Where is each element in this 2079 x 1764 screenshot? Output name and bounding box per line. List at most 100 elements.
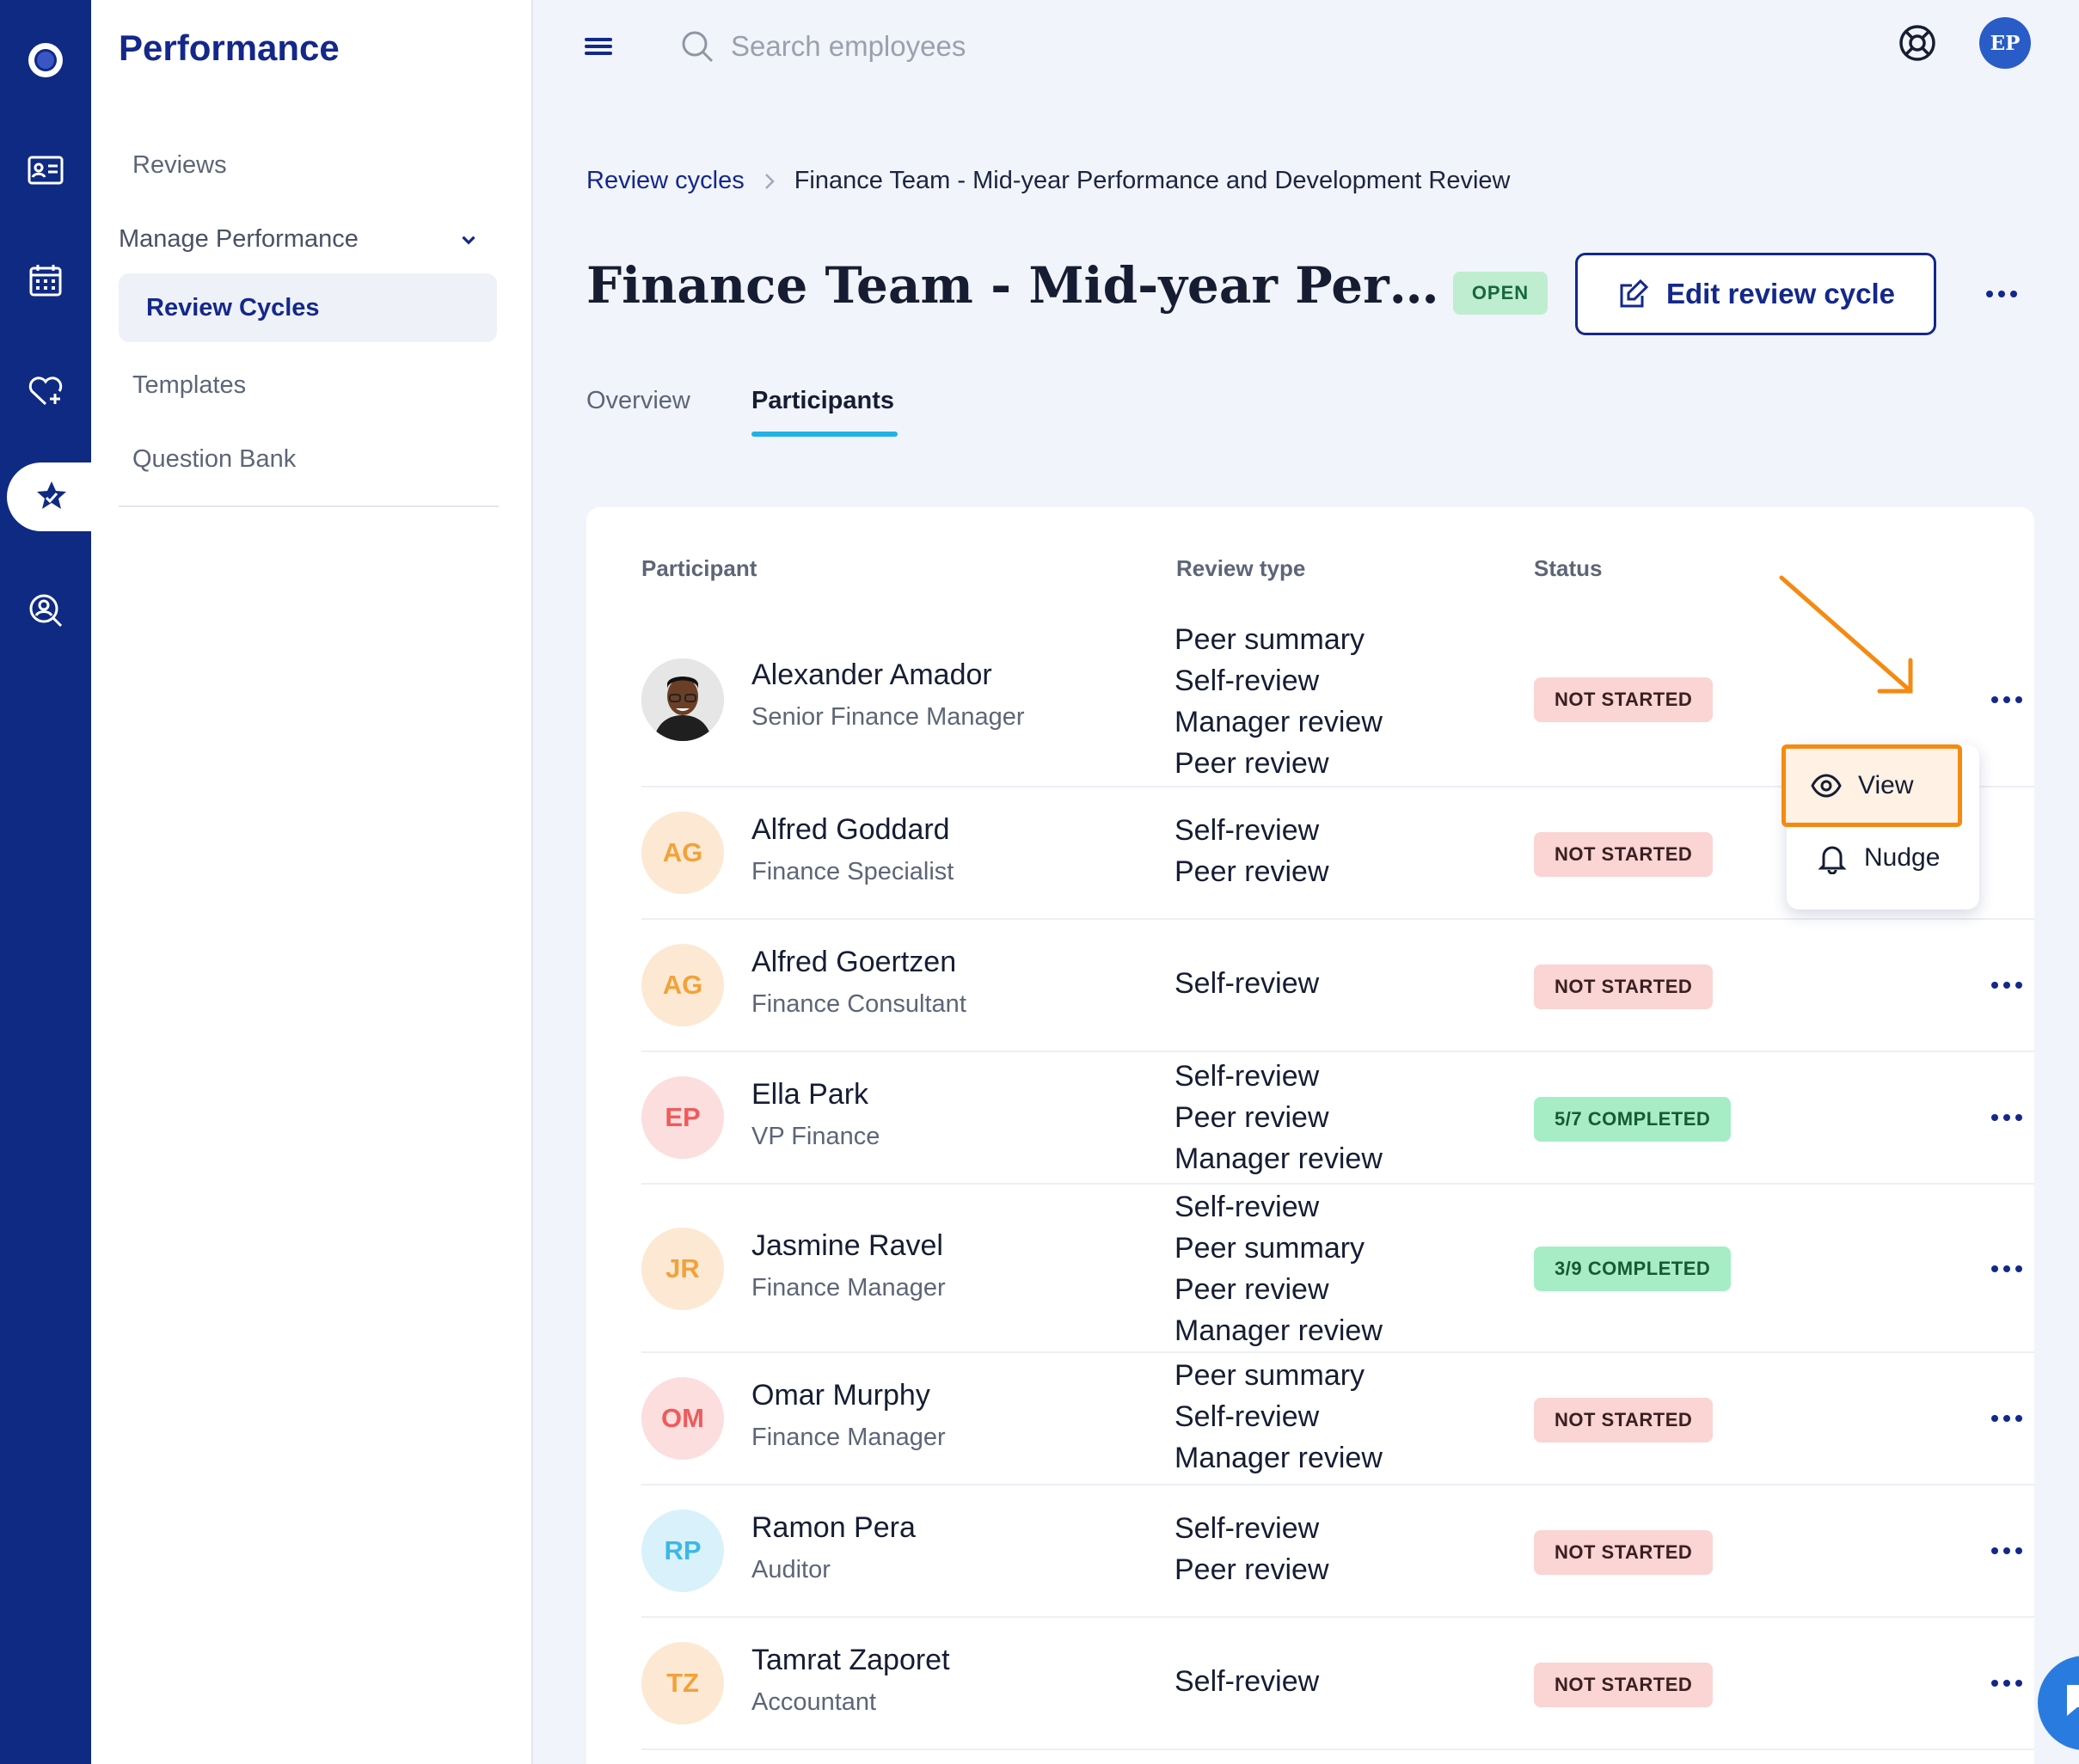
bell-icon: [1818, 846, 1847, 874]
menu-item-nudge[interactable]: Nudge: [1787, 822, 1979, 894]
chat-icon: [2067, 1685, 2079, 1716]
sidebar-item-templates[interactable]: Templates: [132, 371, 246, 400]
row-actions-button[interactable]: [1981, 683, 2033, 717]
review-types: Self-review Peer summary Peer review Man…: [1174, 1186, 1383, 1351]
participant-name[interactable]: Jasmine Ravel: [751, 1229, 943, 1263]
review-type: Peer review: [1174, 1101, 1329, 1134]
menu-item-view[interactable]: View: [1782, 744, 1962, 827]
column-header-participant: Participant: [641, 555, 757, 581]
review-types: Self-review Peer review: [1174, 1508, 1329, 1590]
eye-icon: [1811, 774, 1842, 798]
participant-name[interactable]: Ramon Pera: [751, 1511, 916, 1545]
sidebar-item-review-cycles[interactable]: Review Cycles: [119, 273, 497, 342]
table-row[interactable]: TZ Tamrat Zaporet Accountant Self-review…: [641, 1618, 2034, 1750]
status-badge: NOT STARTED: [1534, 1530, 1714, 1575]
more-icon: [1991, 1547, 2022, 1554]
tab-overview[interactable]: Overview: [586, 387, 690, 415]
chevron-right-icon: [760, 172, 779, 191]
user-avatar[interactable]: EP: [1979, 17, 2031, 69]
review-type: Manager review: [1174, 706, 1383, 738]
menu-item-label: Nudge: [1864, 843, 1941, 872]
search-bar: [679, 21, 1281, 72]
participant-name[interactable]: Ella Park: [751, 1078, 868, 1112]
participant-name[interactable]: Tamrat Zaporet: [751, 1644, 950, 1677]
cycle-status-badge: OPEN: [1453, 272, 1548, 315]
status-badge: NOT STARTED: [1534, 1398, 1714, 1442]
directory-icon[interactable]: [0, 136, 91, 205]
participant-name[interactable]: Omar Murphy: [751, 1379, 930, 1412]
review-type: Self-review: [1174, 1060, 1320, 1093]
chevron-down-icon: [462, 236, 475, 245]
icon-rail: [0, 0, 96, 1764]
status-badge: NOT STARTED: [1534, 832, 1714, 877]
participant-avatar: TZ: [641, 1642, 724, 1724]
participant-avatar: OM: [641, 1377, 724, 1460]
participant-name[interactable]: Alexander Amador: [751, 658, 992, 692]
calendar-icon[interactable]: [0, 246, 91, 315]
review-type: Self-review: [1174, 665, 1320, 697]
more-icon: [1991, 1415, 2022, 1422]
participant-name[interactable]: Alfred Goddard: [751, 813, 950, 847]
table-row[interactable]: EP Ella Park VP Finance Self-review Peer…: [641, 1052, 2034, 1185]
row-actions-button[interactable]: [1981, 1666, 2033, 1700]
table-row[interactable]: OM Omar Murphy Finance Manager Peer summ…: [641, 1353, 2034, 1485]
review-types: Self-review Peer review: [1174, 810, 1329, 892]
review-type: Manager review: [1174, 1142, 1383, 1175]
status-badge: 3/9 COMPLETED: [1534, 1246, 1732, 1291]
more-icon: [1991, 696, 2022, 703]
sidebar-item-reviews[interactable]: Reviews: [132, 151, 227, 180]
logo-icon[interactable]: [0, 26, 91, 95]
more-icon: [1991, 1265, 2022, 1272]
review-type: Peer summary: [1174, 1232, 1365, 1265]
column-header-status: Status: [1534, 555, 1603, 581]
row-actions-button[interactable]: [1981, 1401, 2033, 1436]
performance-icon[interactable]: [7, 462, 96, 531]
edit-icon: [1620, 279, 1649, 308]
row-actions-button[interactable]: [1981, 968, 2033, 1002]
participant-name[interactable]: Alfred Goertzen: [751, 946, 956, 979]
edit-review-cycle-button[interactable]: Edit review cycle: [1575, 253, 1936, 335]
table-row[interactable]: RP Ramon Pera Auditor Self-review Peer r…: [641, 1485, 2034, 1618]
status-badge: NOT STARTED: [1534, 1663, 1714, 1707]
row-actions-button[interactable]: [1981, 1534, 2033, 1568]
breadcrumb-review-cycles-link[interactable]: Review cycles: [586, 167, 745, 195]
sidebar-group-label: Manage Performance: [119, 225, 359, 253]
participant-role: Accountant: [751, 1688, 877, 1716]
sidebar-group-manage-performance[interactable]: Manage Performance: [119, 225, 480, 254]
tab-participants[interactable]: Participants: [751, 387, 894, 415]
search-input[interactable]: [731, 30, 1247, 63]
review-type: Manager review: [1174, 1314, 1383, 1347]
chat-widget-button[interactable]: [2038, 1656, 2079, 1750]
more-actions-button[interactable]: [1978, 277, 2026, 311]
row-actions-button[interactable]: [1981, 1100, 2033, 1135]
participant-photo: [641, 658, 724, 741]
review-type: Self-review: [1174, 1191, 1320, 1223]
review-type: Peer review: [1174, 1553, 1329, 1586]
more-icon: [1991, 1114, 2022, 1121]
participant-role: VP Finance: [751, 1123, 880, 1150]
status-badge: 5/7 COMPLETED: [1534, 1097, 1732, 1142]
wellbeing-icon[interactable]: [0, 356, 91, 425]
help-lifebuoy-icon[interactable]: [1897, 22, 1938, 64]
review-type: Peer summary: [1174, 623, 1365, 656]
table-row[interactable]: AG Alfred Goertzen Finance Consultant Se…: [641, 920, 2034, 1052]
review-types: Self-review: [1174, 1661, 1319, 1702]
participant-avatar: EP: [641, 1076, 724, 1159]
review-type: Self-review: [1174, 1400, 1320, 1433]
participant-avatar: JR: [641, 1228, 724, 1310]
breadcrumb: Review cycles Finance Team - Mid-year Pe…: [586, 167, 1511, 195]
more-icon: [1991, 1680, 2022, 1687]
review-type: Peer review: [1174, 747, 1329, 780]
search-people-icon[interactable]: [0, 576, 91, 645]
row-actions-button[interactable]: [1981, 1252, 2033, 1286]
review-type: Self-review: [1174, 967, 1320, 1000]
review-types: Self-review: [1174, 963, 1319, 1004]
more-icon: [1991, 982, 2022, 989]
participant-avatar: AG: [641, 812, 724, 894]
participant-role: Senior Finance Manager: [751, 703, 1025, 731]
hamburger-menu-icon[interactable]: [581, 29, 619, 64]
table-row[interactable]: JR Jasmine Ravel Finance Manager Self-re…: [641, 1185, 2034, 1353]
edit-review-cycle-label: Edit review cycle: [1666, 278, 1895, 309]
sidebar-item-question-bank[interactable]: Question Bank: [132, 445, 296, 474]
participant-role: Auditor: [751, 1556, 831, 1583]
